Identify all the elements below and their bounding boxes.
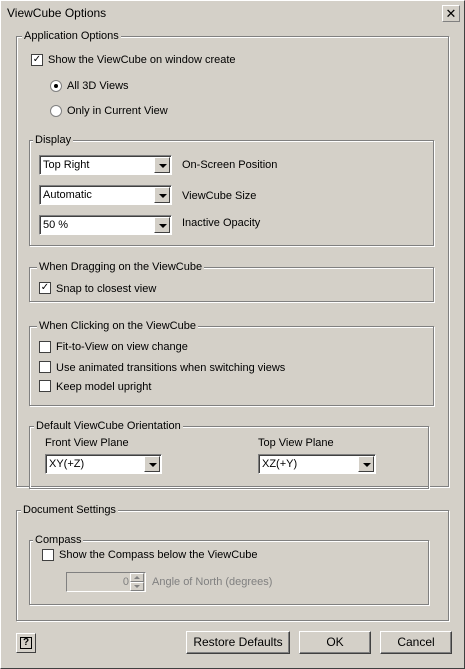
close-button[interactable]: ✕ bbox=[442, 5, 460, 22]
dragging-legend: When Dragging on the ViewCube bbox=[37, 261, 205, 274]
size-select[interactable]: Automatic bbox=[39, 185, 172, 205]
all-3d-views-label: All 3D Views bbox=[67, 80, 129, 92]
front-view-plane-select[interactable]: XY(+Z) bbox=[45, 454, 162, 474]
position-select[interactable]: Top Right bbox=[39, 155, 172, 175]
restore-defaults-button[interactable]: Restore Defaults bbox=[186, 631, 290, 654]
orientation-legend: Default ViewCube Orientation bbox=[34, 420, 183, 433]
top-view-plane-label: Top View Plane bbox=[258, 437, 334, 449]
help-button[interactable]: ? bbox=[16, 633, 36, 653]
fit-to-view-label: Fit-to-View on view change bbox=[56, 341, 188, 353]
size-label: ViewCube Size bbox=[182, 190, 257, 202]
animated-transitions-label: Use animated transitions when switching … bbox=[56, 362, 286, 374]
chevron-down-icon[interactable] bbox=[154, 217, 170, 233]
all-3d-views-radio[interactable] bbox=[50, 80, 62, 92]
angle-of-north-spinner[interactable]: 0 bbox=[66, 572, 146, 592]
compass-legend: Compass bbox=[33, 534, 84, 547]
window-title: ViewCube Options bbox=[7, 6, 107, 20]
animated-transitions-checkbox[interactable] bbox=[39, 361, 51, 373]
show-viewcube-label: Show the ViewCube on window create bbox=[48, 54, 236, 66]
show-compass-label: Show the Compass below the ViewCube bbox=[59, 549, 258, 561]
keep-upright-label: Keep model upright bbox=[56, 381, 152, 393]
only-current-view-label: Only in Current View bbox=[67, 105, 168, 117]
chevron-down-icon[interactable] bbox=[154, 157, 170, 173]
chevron-down-icon[interactable] bbox=[358, 456, 374, 472]
spin-up-icon[interactable] bbox=[130, 573, 144, 582]
clicking-legend: When Clicking on the ViewCube bbox=[37, 320, 198, 333]
application-options-legend: Application Options bbox=[22, 30, 121, 43]
position-label: On-Screen Position bbox=[182, 159, 278, 171]
radio-selected-dot bbox=[54, 84, 58, 88]
angle-of-north-label: Angle of North (degrees) bbox=[152, 576, 273, 588]
display-legend: Display bbox=[33, 134, 74, 147]
title-bar: ViewCube Options ✕ bbox=[2, 2, 463, 24]
top-view-plane-select[interactable]: XZ(+Y) bbox=[258, 454, 376, 474]
show-viewcube-checkbox[interactable]: ✓ bbox=[31, 54, 43, 66]
fit-to-view-checkbox[interactable] bbox=[39, 341, 51, 353]
opacity-label: Inactive Opacity bbox=[182, 217, 261, 229]
front-view-plane-label: Front View Plane bbox=[45, 437, 129, 449]
document-settings-legend: Document Settings bbox=[21, 504, 118, 517]
spin-down-icon[interactable] bbox=[130, 582, 144, 591]
close-icon: ✕ bbox=[445, 6, 457, 21]
snap-label: Snap to closest view bbox=[56, 283, 157, 295]
only-current-view-radio[interactable] bbox=[50, 105, 62, 117]
chevron-down-icon[interactable] bbox=[144, 456, 160, 472]
help-icon: ? bbox=[20, 637, 32, 649]
viewcube-options-dialog: ViewCube Options ✕ Application Options ✓… bbox=[0, 0, 465, 669]
show-compass-checkbox[interactable] bbox=[42, 549, 54, 561]
ok-button[interactable]: OK bbox=[299, 631, 371, 654]
cancel-button[interactable]: Cancel bbox=[380, 631, 452, 654]
keep-upright-checkbox[interactable] bbox=[39, 380, 51, 392]
chevron-down-icon[interactable] bbox=[154, 187, 170, 203]
opacity-select[interactable]: 50 % bbox=[39, 215, 172, 235]
snap-checkbox[interactable]: ✓ bbox=[39, 282, 51, 294]
